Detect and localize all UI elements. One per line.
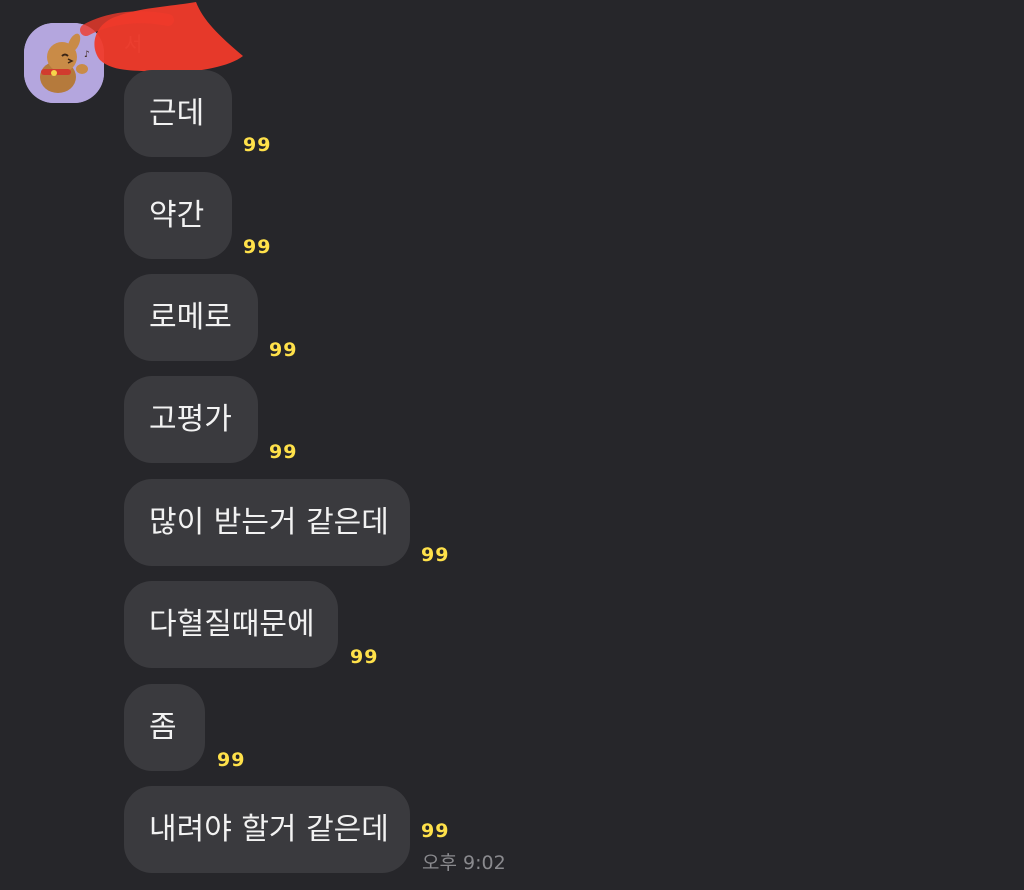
unread-count-badge: 99 [243, 236, 272, 258]
unread-count-badge: 99 [269, 339, 298, 361]
message-bubble[interactable]: 내려야 할거 같은데 [124, 786, 410, 873]
unread-count-badge: 99 [217, 749, 246, 771]
message-bubble[interactable]: 로메로 [124, 274, 258, 361]
message-timestamp: 오후 9:02 [422, 852, 506, 874]
unread-count-badge: 99 [269, 441, 298, 463]
unread-count-badge: 99 [421, 820, 450, 842]
message-bubble[interactable]: 고평가 [124, 376, 258, 463]
message-bubble[interactable]: 좀 [124, 684, 205, 771]
message-bubble[interactable]: 많이 받는거 같은데 [124, 479, 410, 566]
message-bubble[interactable]: 근데 [124, 70, 232, 157]
unread-count-badge: 99 [421, 544, 450, 566]
message-bubble[interactable]: 다혈질때문에 [124, 581, 338, 668]
unread-count-badge: 99 [350, 646, 379, 668]
message-bubble[interactable]: 약간 [124, 172, 232, 259]
unread-count-badge: 99 [243, 134, 272, 156]
